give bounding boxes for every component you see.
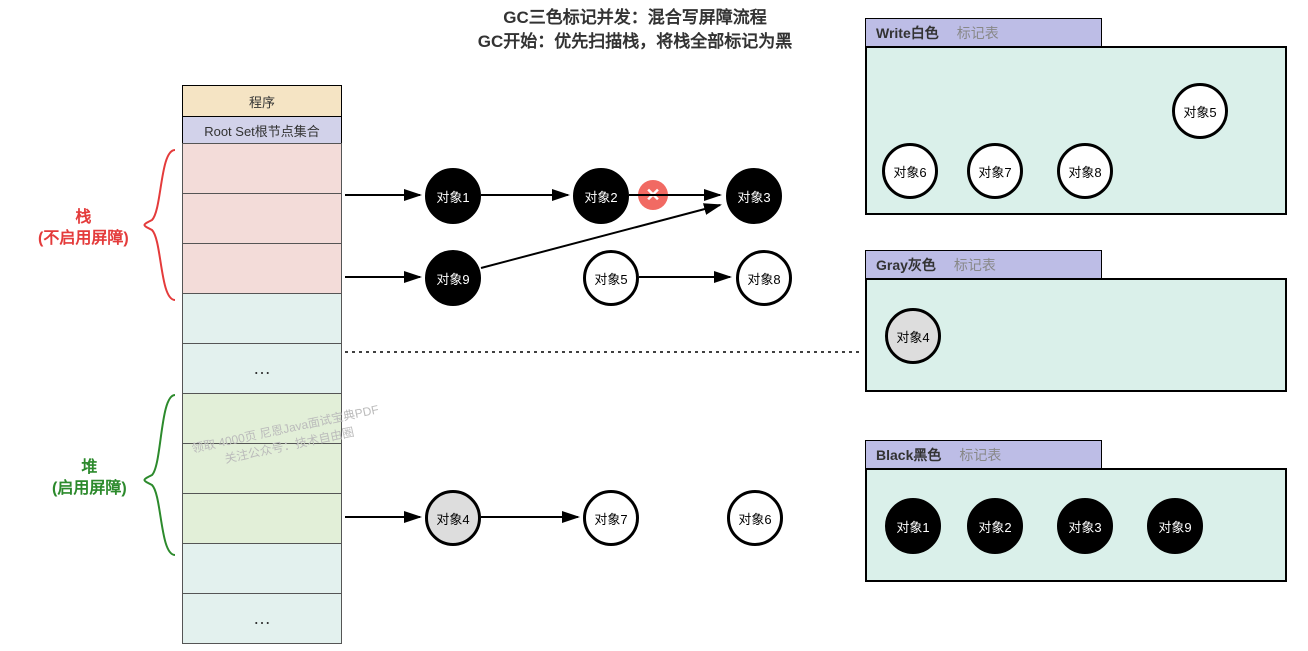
white-obj5: 对象5 (1172, 83, 1228, 139)
gray-tab-name: Gray灰色 (876, 255, 936, 275)
node-obj8: 对象8 (736, 250, 792, 306)
gray-panel: 对象4 (865, 278, 1287, 392)
white-obj8: 对象8 (1057, 143, 1113, 199)
black-tab: Black黑色 标记表 (865, 440, 1102, 470)
gray-tab-suffix: 标记表 (954, 255, 996, 275)
white-obj6: 对象6 (882, 143, 938, 199)
stack-row-2 (182, 193, 342, 244)
black-obj2: 对象2 (967, 498, 1023, 554)
stack-row-1 (182, 143, 342, 194)
gray-tab: Gray灰色 标记表 (865, 250, 1102, 280)
divider-row-1 (182, 293, 342, 344)
node-obj3: 对象3 (726, 168, 782, 224)
black-tab-name: Black黑色 (876, 445, 941, 465)
ellipsis-row-1: … (182, 343, 342, 394)
black-tab-suffix: 标记表 (959, 445, 1001, 465)
node-obj5: 对象5 (583, 250, 639, 306)
white-obj7: 对象7 (967, 143, 1023, 199)
diagram-root: GC三色标记并发：混合写屏障流程 GC开始：优先扫描栈，将栈全部标记为黑 栈 (… (0, 0, 1308, 651)
node-obj4: 对象4 (425, 490, 481, 546)
divider-row-2 (182, 543, 342, 594)
heap-title: 堆 (52, 458, 127, 479)
node-obj1: 对象1 (425, 168, 481, 224)
black-obj3: 对象3 (1057, 498, 1113, 554)
node-obj7: 对象7 (583, 490, 639, 546)
title-line2: GC开始：优先扫描栈，将栈全部标记为黑 (420, 30, 850, 54)
node-obj9: 对象9 (425, 250, 481, 306)
program-header: 程序 (182, 85, 342, 117)
heap-row-3 (182, 493, 342, 544)
rootset-box: Root Set根节点集合 (182, 116, 342, 144)
white-tab: Write白色 标记表 (865, 18, 1102, 48)
delete-icon: ✕ (638, 180, 668, 210)
black-panel: 对象1 对象2 对象3 对象9 (865, 468, 1287, 582)
node-obj2: 对象2 (573, 168, 629, 224)
stack-title: 栈 (38, 208, 129, 229)
node-obj6: 对象6 (727, 490, 783, 546)
ellipsis-row-2: … (182, 593, 342, 644)
white-tab-suffix: 标记表 (957, 23, 999, 43)
title-line1: GC三色标记并发：混合写屏障流程 (420, 6, 850, 30)
gray-obj4: 对象4 (885, 308, 941, 364)
black-obj1: 对象1 (885, 498, 941, 554)
stack-sub: (不启用屏障) (38, 229, 129, 250)
program-column: 程序 Root Set根节点集合 … … (182, 85, 342, 644)
heap-label: 堆 (启用屏障) (52, 458, 127, 500)
stack-row-3 (182, 243, 342, 294)
black-obj9: 对象9 (1147, 498, 1203, 554)
stack-label: 栈 (不启用屏障) (38, 208, 129, 250)
white-tab-name: Write白色 (876, 23, 939, 43)
title-block: GC三色标记并发：混合写屏障流程 GC开始：优先扫描栈，将栈全部标记为黑 (420, 6, 850, 54)
white-panel: 对象5 对象6 对象7 对象8 (865, 46, 1287, 215)
heap-sub: (启用屏障) (52, 479, 127, 500)
